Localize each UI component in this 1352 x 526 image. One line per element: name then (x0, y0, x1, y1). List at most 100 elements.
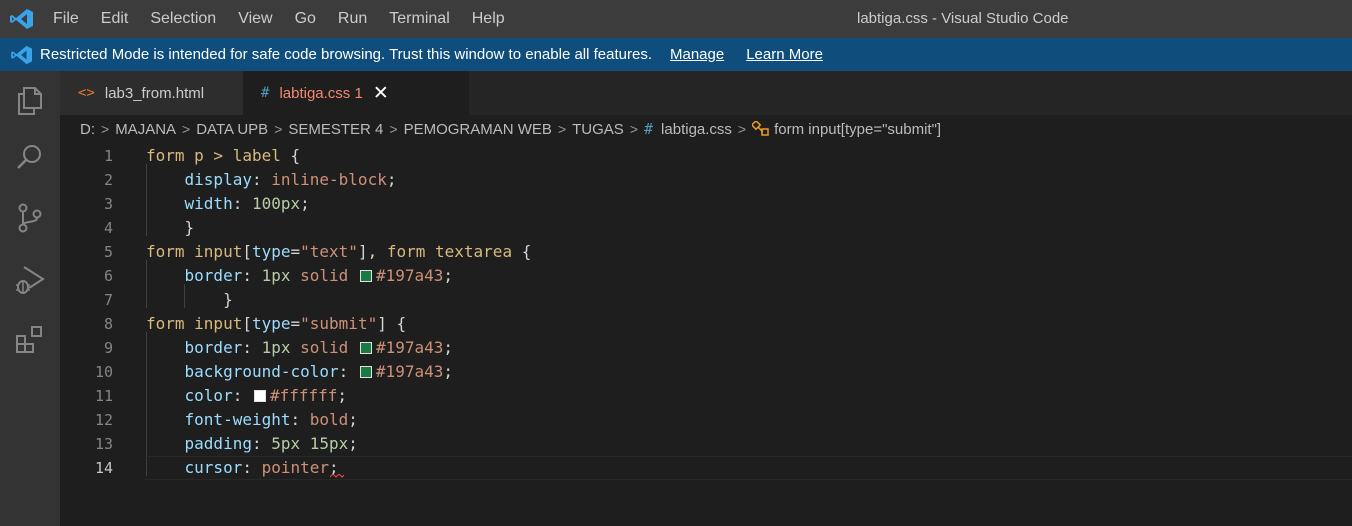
code-text: width: 100px; (146, 192, 310, 216)
code-token: display (184, 170, 252, 189)
code-token: = (290, 314, 301, 333)
menu-edit[interactable]: Edit (90, 0, 140, 38)
tab-labtiga-css[interactable]: # labtiga.css 1 ✕ (243, 71, 469, 115)
color-swatch[interactable] (253, 390, 266, 402)
line-number: 6 (103, 267, 113, 285)
code-token: 1px (261, 338, 291, 357)
manage-link[interactable]: Manage (670, 46, 724, 63)
css-file-icon: # (261, 85, 270, 101)
code-text: form input[type="submit"] { (146, 312, 406, 336)
vscode-logo-icon[interactable] (10, 8, 34, 30)
code-text: font-weight: bold; (146, 408, 358, 432)
breadcrumb-symbol[interactable]: form input[type="submit"] (774, 121, 941, 138)
line-number: 9 (103, 339, 113, 357)
breadcrumb-item[interactable]: DATA UPB (196, 121, 268, 138)
line-number: 7 (103, 291, 113, 309)
menu-terminal[interactable]: Terminal (378, 0, 460, 38)
code-token: { (512, 242, 532, 261)
code-line[interactable]: 13 padding: 5px 15px; (60, 432, 1352, 456)
code-line[interactable]: 2 display: inline-block; (60, 168, 1352, 192)
code-line[interactable]: 6 border: 1px solid #197a43; (60, 264, 1352, 288)
chevron-right-icon: > (629, 121, 639, 137)
code-token: [ (242, 242, 252, 261)
code-token: form input (146, 314, 243, 333)
explorer-icon[interactable] (13, 83, 47, 117)
code-token: ; (443, 362, 453, 381)
menu-selection[interactable]: Selection (139, 0, 227, 38)
chevron-right-icon: > (737, 121, 747, 137)
code-line[interactable]: 4 } (60, 216, 1352, 240)
line-number: 5 (103, 243, 113, 261)
breadcrumb-item[interactable]: SEMESTER 4 (288, 121, 383, 138)
menu-bar: File Edit Selection View Go Run Terminal… (42, 0, 516, 38)
code-editor[interactable]: 1 form p > label {2 display: inline-block… (60, 140, 1352, 526)
breadcrumb-item[interactable]: MAJANA (115, 121, 176, 138)
code-token: [ (242, 314, 252, 333)
search-icon[interactable] (13, 141, 47, 175)
breadcrumb-item[interactable]: D: (80, 121, 95, 138)
color-swatch[interactable] (359, 342, 372, 354)
tab-lab3-from-html[interactable]: <> lab3_from.html (60, 71, 243, 115)
menu-help[interactable]: Help (461, 0, 516, 38)
code-text: form p > label { (146, 144, 300, 168)
code-token: pointer (261, 458, 330, 477)
breadcrumb-file[interactable]: labtiga.css (661, 121, 732, 138)
code-line[interactable]: 8 form input[type="submit"] { (60, 312, 1352, 336)
tab-label: labtiga.css 1 (279, 84, 363, 102)
code-token: ; (348, 434, 358, 453)
code-token: = (290, 242, 301, 261)
code-token: ; (443, 338, 454, 357)
code-line[interactable]: 3 width: 100px; (60, 192, 1352, 216)
code-token: padding (184, 434, 252, 453)
code-line[interactable]: 11 color: #ffffff; (60, 384, 1352, 408)
code-token: cursor (184, 458, 243, 477)
code-token: : (242, 338, 262, 357)
chevron-right-icon: > (101, 121, 110, 137)
code-token: form input (146, 242, 243, 261)
code-text: color: #ffffff; (146, 384, 348, 408)
menu-run[interactable]: Run (327, 0, 378, 38)
code-token: solid (300, 338, 349, 357)
banner-message: Restricted Mode is intended for safe cod… (40, 46, 652, 63)
code-token: ; (300, 194, 310, 213)
code-token: "submit" (300, 314, 378, 333)
code-line[interactable]: 12 font-weight: bold; (60, 408, 1352, 432)
menu-go[interactable]: Go (284, 0, 327, 38)
code-token: bold (309, 410, 349, 429)
code-token: type (251, 242, 291, 261)
code-token: border (184, 266, 243, 285)
run-debug-icon[interactable] (13, 263, 47, 297)
code-token: border (184, 338, 243, 357)
code-line[interactable]: 9 border: 1px solid #197a43; (60, 336, 1352, 360)
window-title: labtiga.css - Visual Studio Code (857, 10, 1069, 27)
extensions-icon[interactable] (13, 323, 47, 357)
code-token: #ffffff (269, 386, 338, 405)
code-token: ; (348, 410, 358, 429)
html-file-icon: <> (78, 85, 95, 101)
menu-file[interactable]: File (42, 0, 90, 38)
code-token: ; (443, 266, 454, 285)
color-swatch[interactable] (359, 270, 372, 282)
menu-view[interactable]: View (227, 0, 283, 38)
restricted-mode-banner: Restricted Mode is intended for safe cod… (0, 38, 1352, 71)
close-icon[interactable]: ✕ (373, 82, 389, 105)
code-text: cursor: pointer; (146, 456, 339, 480)
code-line[interactable]: 10 background-color: #197a43; (60, 360, 1352, 384)
learn-more-link[interactable]: Learn More (746, 46, 823, 63)
code-token: : (242, 458, 262, 477)
source-control-icon[interactable] (13, 201, 47, 235)
code-line[interactable]: 7 } (60, 288, 1352, 312)
code-line[interactable]: 1 form p > label { (60, 144, 1352, 168)
breadcrumb-item[interactable]: PEMOGRAMAN WEB (404, 121, 552, 138)
code-line[interactable]: 14 cursor: pointer; (60, 456, 1352, 480)
breadcrumb-item[interactable]: TUGAS (572, 121, 624, 138)
code-line[interactable]: 5 form input[type="text"], form textarea … (60, 240, 1352, 264)
code-token: : (251, 434, 272, 453)
code-text: } (146, 216, 195, 240)
color-swatch[interactable] (359, 366, 372, 378)
code-token: type (251, 314, 291, 333)
